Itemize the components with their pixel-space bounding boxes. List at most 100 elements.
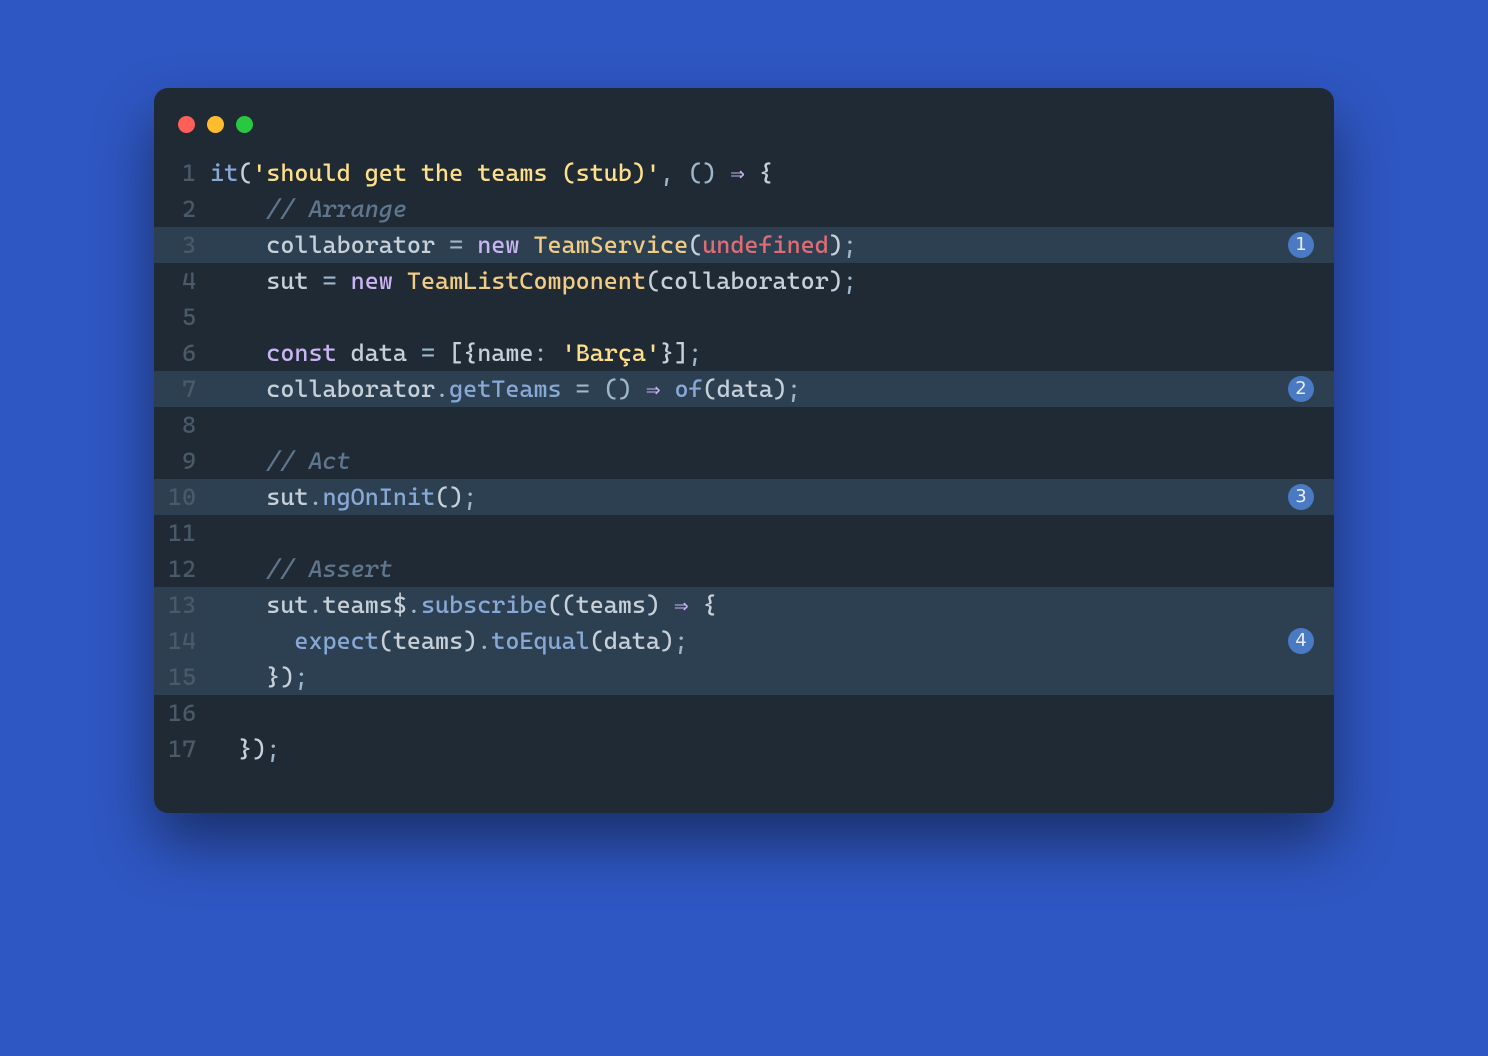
close-icon[interactable] <box>178 116 195 133</box>
code-token <box>210 195 266 223</box>
code-token: 'Barça' <box>562 339 660 367</box>
code-area: 1it('should get the teams (stub)', () ⇒ … <box>154 155 1334 767</box>
code-line: 12 // Assert <box>154 551 1334 587</box>
code-content: it('should get the teams (stub)', () ⇒ { <box>210 155 773 191</box>
line-number: 5 <box>154 299 210 335</box>
code-token: toEqual <box>491 627 589 655</box>
line-number: 11 <box>154 515 210 551</box>
code-content: // Act <box>210 443 351 479</box>
code-token: TeamListComponent <box>407 267 646 295</box>
code-token: data <box>717 375 773 403</box>
code-token: teams <box>393 627 463 655</box>
code-token: ( <box>379 627 393 655</box>
code-token <box>660 375 674 403</box>
code-token: ; <box>843 231 857 259</box>
code-token: }) <box>266 663 294 691</box>
code-token: ) <box>646 591 674 619</box>
code-line: 5 <box>154 299 1334 335</box>
code-token: collaborator <box>266 231 435 259</box>
code-token <box>210 375 266 403</box>
code-token: = () <box>562 375 646 403</box>
code-line: 10 sut.ngOnInit();3 <box>154 479 1334 515</box>
code-token: , () <box>660 159 730 187</box>
code-token: = <box>407 339 449 367</box>
code-token: . <box>308 483 322 511</box>
code-token <box>210 339 266 367</box>
code-line: 2 // Arrange <box>154 191 1334 227</box>
code-line: 6 const data = [{name: 'Barça'}]; <box>154 335 1334 371</box>
code-content: sut.teams$.subscribe((teams) ⇒ { <box>210 587 717 623</box>
code-token: ( <box>646 267 660 295</box>
code-line: 1it('should get the teams (stub)', () ⇒ … <box>154 155 1334 191</box>
code-token <box>210 447 266 475</box>
stage: 1it('should get the teams (stub)', () ⇒ … <box>0 0 1488 1056</box>
code-token: ( <box>590 627 604 655</box>
line-number: 15 <box>154 659 210 695</box>
code-token: undefined <box>702 231 829 259</box>
code-token: sut <box>266 591 308 619</box>
code-content: expect(teams).toEqual(data); <box>210 623 688 659</box>
code-token: teams <box>576 591 646 619</box>
window-titlebar <box>154 106 1334 155</box>
line-number: 17 <box>154 731 210 767</box>
code-token: ( <box>238 159 252 187</box>
code-token <box>210 627 294 655</box>
code-token <box>210 231 266 259</box>
line-number: 7 <box>154 371 210 407</box>
code-token: of <box>674 375 702 403</box>
code-token: { <box>689 591 717 619</box>
code-token: ; <box>688 339 702 367</box>
code-token: // Assert <box>266 555 393 583</box>
callout-badge: 3 <box>1288 484 1314 510</box>
line-number: 4 <box>154 263 210 299</box>
code-token: data <box>604 627 660 655</box>
code-token: ( <box>703 375 717 403</box>
code-token: 'should get the teams (stub)' <box>252 159 660 187</box>
code-content: collaborator = new TeamService(undefined… <box>210 227 857 263</box>
code-token: new <box>351 267 407 295</box>
code-content: collaborator.getTeams = () ⇒ of(data); <box>210 371 801 407</box>
code-token: () <box>435 483 463 511</box>
code-line: 14 expect(teams).toEqual(data);4 <box>154 623 1334 659</box>
callout-badge: 1 <box>1288 232 1314 258</box>
code-token: ; <box>674 627 688 655</box>
code-line: 3 collaborator = new TeamService(undefin… <box>154 227 1334 263</box>
code-token: ⇒ <box>674 591 688 619</box>
code-token <box>210 663 266 691</box>
code-line: 17 }); <box>154 731 1334 767</box>
code-token: { <box>745 159 773 187</box>
code-token <box>210 735 238 763</box>
code-token: // Arrange <box>266 195 407 223</box>
code-line: 13 sut.teams$.subscribe((teams) ⇒ { <box>154 587 1334 623</box>
line-number: 13 <box>154 587 210 623</box>
code-token: ; <box>843 267 857 295</box>
code-token: ; <box>787 375 801 403</box>
code-token: data <box>351 339 407 367</box>
code-token: }] <box>660 339 688 367</box>
line-number: 12 <box>154 551 210 587</box>
code-token: collaborator <box>266 375 435 403</box>
code-line: 4 sut = new TeamListComponent(collaborat… <box>154 263 1334 299</box>
code-token <box>210 483 266 511</box>
code-token: ) <box>829 231 843 259</box>
code-token <box>210 555 266 583</box>
line-number: 14 <box>154 623 210 659</box>
zoom-icon[interactable] <box>236 116 253 133</box>
line-number: 1 <box>154 155 210 191</box>
code-token: new <box>477 231 533 259</box>
code-content: sut = new TeamListComponent(collaborator… <box>210 263 857 299</box>
minimize-icon[interactable] <box>207 116 224 133</box>
line-number: 3 <box>154 227 210 263</box>
code-token: . <box>407 591 421 619</box>
code-token: sut <box>266 267 308 295</box>
code-token: ) <box>660 627 674 655</box>
code-window: 1it('should get the teams (stub)', () ⇒ … <box>154 88 1334 813</box>
code-token: name <box>477 339 533 367</box>
code-token: = <box>308 267 350 295</box>
code-token: getTeams <box>449 375 562 403</box>
code-content: // Arrange <box>210 191 407 227</box>
code-content: }); <box>210 659 308 695</box>
code-line: 15 }); <box>154 659 1334 695</box>
code-token: ⇒ <box>730 159 744 187</box>
code-token <box>210 267 266 295</box>
